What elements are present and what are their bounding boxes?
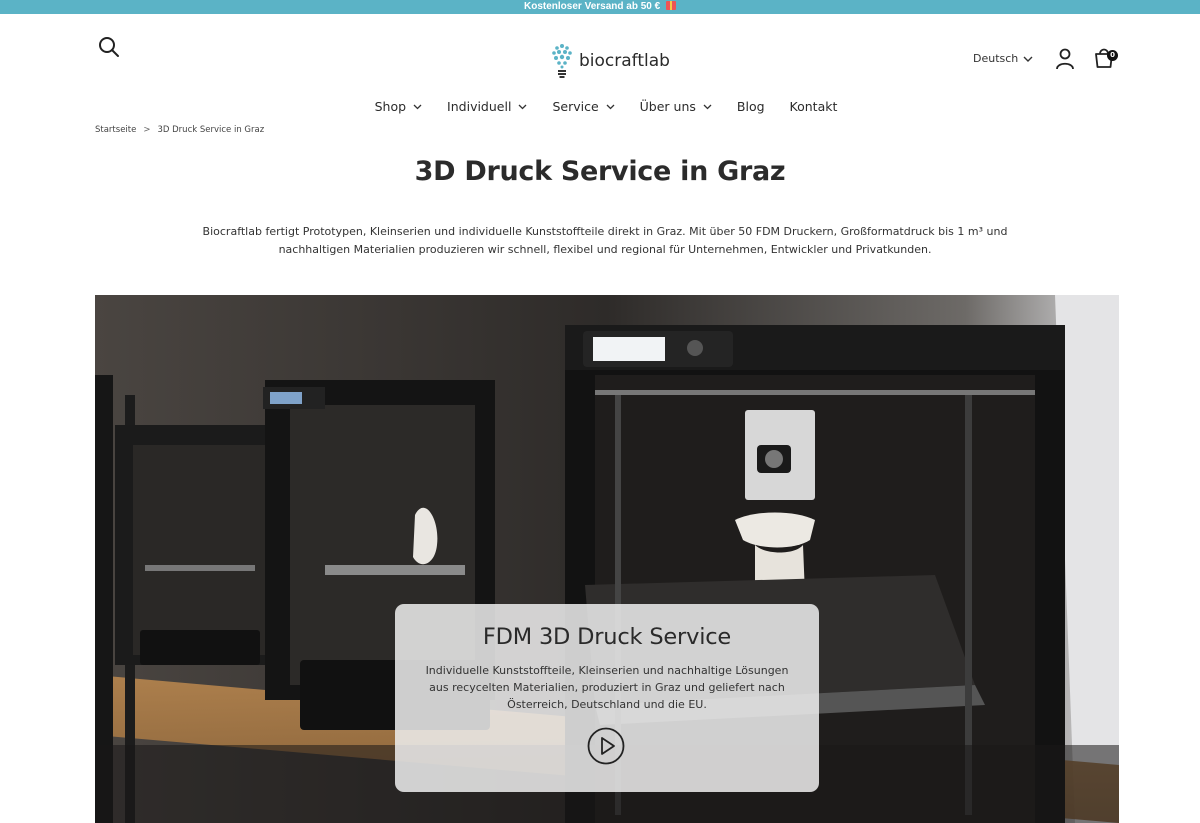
cart-button[interactable]: 0 [1093,46,1119,72]
nav-item-blog[interactable]: Blog [737,99,765,114]
announcement-text: Kostenloser Versand ab 50 € [524,1,661,12]
hero-video-banner[interactable]: FDM 3D Druck Service Individuelle Kunsts… [95,295,1119,823]
nav-item-label: Shop [374,99,407,114]
hero-card-title: FDM 3D Druck Service [482,624,732,650]
breadcrumb-current: 3D Druck Service in Graz [157,125,265,135]
nav-item-label: Blog [736,99,765,114]
nav-item-ueber-uns[interactable]: Über uns [640,99,712,114]
breadcrumb: Startseite > 3D Druck Service in Graz [95,125,264,135]
play-video-button[interactable] [587,727,625,765]
hero-card-line: aus recycelten Materialien, produziert i… [429,681,785,694]
logo-text: biocraftlab [579,51,670,71]
chevron-down-icon [703,104,712,109]
page-title: 3D Druck Service in Graz [414,156,786,187]
site-header: biocraftlab Deutsch 0 [0,14,1200,78]
nav-item-service[interactable]: Service [552,99,615,114]
language-selector[interactable]: Deutsch [973,52,1033,65]
account-button[interactable] [1055,48,1077,72]
user-icon [1056,48,1074,70]
gift-icon [665,1,676,10]
hero-overlay-card: FDM 3D Druck Service Individuelle Kunsts… [395,604,819,792]
chevron-down-icon [413,104,422,109]
language-label: Deutsch [973,52,1019,65]
hero-card-line: Österreich, Deutschland und die EU. [507,698,707,711]
main-navigation: Shop Individuell Service Über uns Blog K… [0,76,1200,124]
search-button[interactable] [98,36,122,60]
intro-line: nachhaltigen Materialien produzieren wir… [278,243,932,256]
nav-item-individuell[interactable]: Individuell [447,99,527,114]
cart-count-badge: 0 [1107,50,1118,61]
chevron-down-icon [606,104,615,109]
announcement-bar: Kostenloser Versand ab 50 € [0,0,1200,14]
nav-item-label: Individuell [447,99,512,114]
nav-item-label: Über uns [639,99,696,114]
breadcrumb-home-link[interactable]: Startseite [95,125,136,135]
hero-card-line: Individuelle Kunststoffteile, Kleinserie… [425,664,789,677]
search-icon [99,37,119,57]
chevron-down-icon [518,104,527,109]
nav-item-label: Kontakt [789,99,838,114]
play-icon [587,727,625,765]
chevron-down-icon [1023,56,1033,62]
breadcrumb-separator: > [143,125,151,135]
intro-paragraph: Biocraftlab fertigt Prototypen, Kleinser… [190,223,1020,259]
nav-item-label: Service [552,99,599,114]
hero-card-text: Individuelle Kunststoffteile, Kleinserie… [421,662,793,713]
nav-item-kontakt[interactable]: Kontakt [790,99,838,114]
nav-item-shop[interactable]: Shop [375,99,422,114]
intro-line: Biocraftlab fertigt Prototypen, Kleinser… [202,225,1008,238]
